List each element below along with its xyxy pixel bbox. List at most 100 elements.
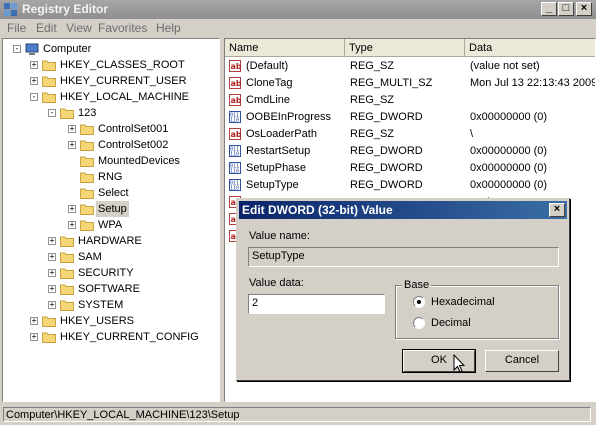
tree-item-label: HKEY_CURRENT_CONFIG bbox=[60, 331, 199, 343]
folder-icon bbox=[42, 316, 56, 327]
tree-item-label: SYSTEM bbox=[78, 299, 124, 311]
folder-icon bbox=[42, 60, 56, 71]
expand-icon[interactable]: + bbox=[68, 141, 76, 149]
column-header-name[interactable]: Name bbox=[225, 39, 345, 57]
folder-icon bbox=[60, 252, 74, 263]
tree-item[interactable]: - Computer bbox=[3, 41, 219, 57]
decimal-radio[interactable]: Decimal bbox=[413, 317, 553, 331]
tree-item[interactable]: + Setup bbox=[3, 201, 219, 217]
value-type: REG_DWORD bbox=[350, 179, 423, 191]
tree-item[interactable]: Select bbox=[3, 185, 219, 201]
tree-item[interactable]: - 123 bbox=[3, 105, 219, 121]
close-button[interactable]: × bbox=[576, 2, 592, 16]
title-bar[interactable]: Registry Editor _ □ × bbox=[0, 0, 596, 19]
value-row[interactable]: ab CmdLine REG_SZ bbox=[225, 92, 595, 109]
expand-icon[interactable]: + bbox=[30, 61, 38, 69]
svg-text:110: 110 bbox=[230, 118, 239, 124]
maximize-button[interactable]: □ bbox=[558, 2, 574, 16]
expand-icon[interactable]: + bbox=[30, 317, 38, 325]
tree-item-label: HKEY_LOCAL_MACHINE bbox=[60, 91, 189, 103]
collapse-icon[interactable]: - bbox=[48, 109, 56, 117]
binary-value-icon: 011110 bbox=[229, 145, 241, 157]
column-header-data[interactable]: Data bbox=[465, 39, 595, 57]
menu-favorites[interactable]: Favorites bbox=[98, 21, 147, 35]
tree-item[interactable]: + HKEY_USERS bbox=[3, 313, 219, 329]
menu-help[interactable]: Help bbox=[156, 21, 181, 35]
value-name: SetupType bbox=[246, 179, 299, 191]
tree-item-label: RNG bbox=[98, 171, 123, 183]
value-row[interactable]: 011 110 SetupType REG_DWORD 0x00000000 (0) bbox=[225, 177, 595, 194]
minimize-button[interactable]: _ bbox=[541, 2, 557, 16]
string-value-icon: ab bbox=[229, 77, 241, 89]
menu-edit[interactable]: Edit bbox=[36, 21, 57, 35]
value-row[interactable]: ab (Default) REG_SZ (value not set) bbox=[225, 58, 595, 75]
binary-value-icon: 011110 bbox=[229, 179, 241, 191]
folder-icon bbox=[60, 284, 74, 295]
svg-text:110: 110 bbox=[230, 169, 239, 175]
dialog-title-bar[interactable]: Edit DWORD (32-bit) Value × bbox=[239, 201, 567, 219]
tree-item[interactable]: - HKEY_LOCAL_MACHINE bbox=[3, 89, 219, 105]
tree-item[interactable]: + SOFTWARE bbox=[3, 281, 219, 297]
tree-item[interactable]: + ControlSet002 bbox=[3, 137, 219, 153]
tree-item[interactable]: + HKEY_CURRENT_CONFIG bbox=[3, 329, 219, 345]
value-name-field: SetupType bbox=[248, 247, 559, 267]
expand-icon[interactable]: + bbox=[48, 269, 56, 277]
value-row[interactable]: 011 110 RestartSetup REG_DWORD 0x00000000 (0… bbox=[225, 143, 595, 160]
folder-icon bbox=[80, 220, 94, 231]
dialog-title: Edit DWORD (32-bit) Value bbox=[242, 203, 393, 217]
tree-item[interactable]: MountedDevices bbox=[3, 153, 219, 169]
folder-icon bbox=[80, 140, 94, 151]
value-row[interactable]: ab OsLoaderPath REG_SZ \ bbox=[225, 126, 595, 143]
svg-text:110: 110 bbox=[230, 152, 239, 158]
expand-icon[interactable]: + bbox=[48, 237, 56, 245]
value-name: OsLoaderPath bbox=[246, 128, 317, 140]
tree-item-label: ControlSet002 bbox=[98, 139, 169, 151]
tree-item-label: SECURITY bbox=[78, 267, 134, 279]
mouse-cursor-icon bbox=[453, 354, 466, 373]
edit-dword-dialog: Edit DWORD (32-bit) Value × Value name: … bbox=[236, 198, 570, 381]
tree-item[interactable]: + SECURITY bbox=[3, 265, 219, 281]
folder-icon bbox=[60, 236, 74, 247]
expand-icon[interactable]: + bbox=[30, 333, 38, 341]
key-tree[interactable]: - Computer + HKEY_CLASSES_ROOT + HKEY_CURRENT… bbox=[2, 38, 220, 402]
tree-item[interactable]: RNG bbox=[3, 169, 219, 185]
tree-item[interactable]: + HKEY_CLASSES_ROOT bbox=[3, 57, 219, 73]
tree-item[interactable]: + SYSTEM bbox=[3, 297, 219, 313]
tree-item[interactable]: + SAM bbox=[3, 249, 219, 265]
string-value-icon: ab bbox=[229, 128, 241, 140]
radio-unchecked-icon bbox=[413, 317, 425, 329]
expand-icon[interactable]: + bbox=[48, 301, 56, 309]
menu-file[interactable]: File bbox=[7, 21, 26, 35]
folder-icon bbox=[80, 204, 94, 215]
value-row[interactable]: ab CloneTag REG_MULTI_SZ Mon Jul 13 22:13:4… bbox=[225, 75, 596, 92]
collapse-icon[interactable]: - bbox=[30, 93, 38, 101]
expand-icon[interactable]: + bbox=[68, 125, 76, 133]
value-data: Mon Jul 13 22:13:43 2009 bbox=[470, 77, 596, 89]
dialog-close-button[interactable]: × bbox=[549, 203, 565, 217]
expand-icon[interactable]: + bbox=[68, 205, 76, 213]
cancel-button[interactable]: Cancel bbox=[485, 350, 559, 372]
value-name: (Default) bbox=[246, 60, 289, 72]
folder-icon bbox=[60, 300, 74, 311]
tree-item[interactable]: + ControlSet001 bbox=[3, 121, 219, 137]
tree-item[interactable]: + HARDWARE bbox=[3, 233, 219, 249]
value-row[interactable]: 011 110 OOBEInProgress REG_DWORD 0x00000000 … bbox=[225, 109, 595, 126]
registry-editor-icon bbox=[4, 3, 17, 16]
tree-item-label: SOFTWARE bbox=[78, 283, 140, 295]
column-header-type[interactable]: Type bbox=[345, 39, 465, 57]
hexadecimal-radio[interactable]: Hexadecimal bbox=[413, 296, 553, 310]
tree-item[interactable]: + WPA bbox=[3, 217, 219, 233]
expand-icon[interactable]: + bbox=[30, 77, 38, 85]
collapse-icon[interactable]: - bbox=[13, 45, 21, 53]
expand-icon[interactable]: + bbox=[48, 253, 56, 261]
tree-item[interactable]: + HKEY_CURRENT_USER bbox=[3, 73, 219, 89]
value-row[interactable]: 011 110 SetupPhase REG_DWORD 0x00000000 (0) bbox=[225, 160, 595, 177]
value-data-input[interactable]: 2 bbox=[248, 294, 385, 314]
menu-view[interactable]: View bbox=[66, 21, 92, 35]
tree-item-label: HKEY_CLASSES_ROOT bbox=[60, 59, 185, 71]
tree-item-label: Setup bbox=[96, 201, 129, 217]
value-type: REG_SZ bbox=[350, 128, 395, 140]
expand-icon[interactable]: + bbox=[68, 221, 76, 229]
value-name: CmdLine bbox=[246, 94, 291, 106]
expand-icon[interactable]: + bbox=[48, 285, 56, 293]
